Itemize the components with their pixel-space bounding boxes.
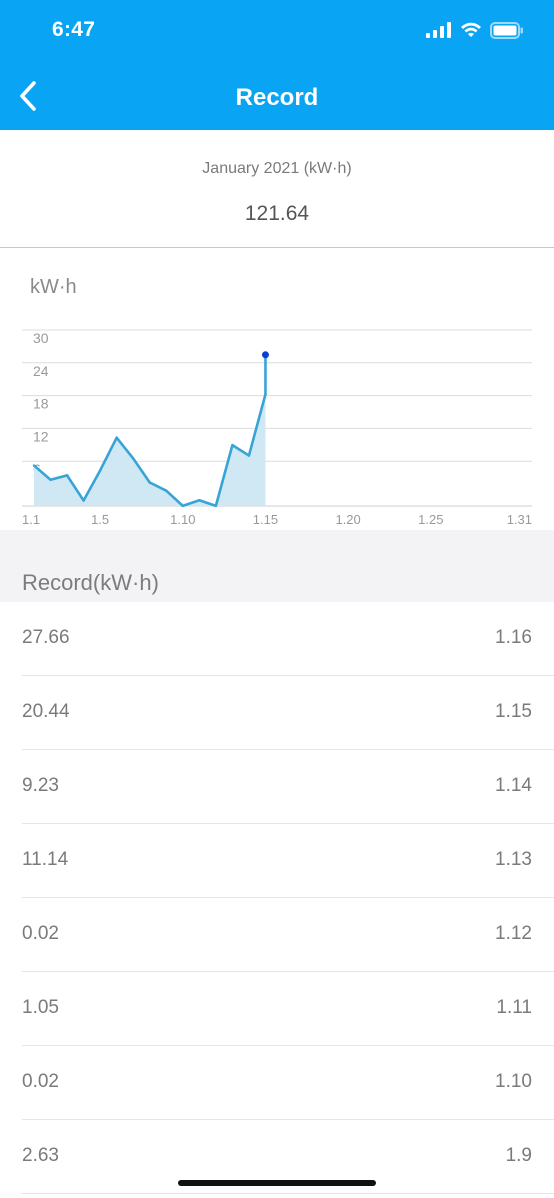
nav-bar: Record bbox=[0, 62, 554, 130]
month-summary: January 2021 (kW·h) 121.64 bbox=[0, 130, 554, 248]
record-value: 1.05 bbox=[22, 997, 59, 1018]
month-total-value: 121.64 bbox=[244, 202, 310, 225]
page-title: Record bbox=[235, 84, 319, 111]
y-tick-label: 24 bbox=[33, 363, 49, 379]
data-point bbox=[65, 474, 69, 477]
month-summary-label: January 2021 (kW·h) bbox=[202, 160, 352, 177]
data-point bbox=[198, 499, 201, 502]
section-gap: Record(kW·h) bbox=[0, 530, 554, 602]
record-date: 1.11 bbox=[496, 997, 532, 1018]
record-value: 0.02 bbox=[22, 923, 59, 944]
record-date: 1.10 bbox=[495, 1071, 532, 1092]
x-tick-label: 1.15 bbox=[253, 512, 278, 527]
record-date: 1.12 bbox=[495, 923, 532, 944]
cellular-signal-icon bbox=[426, 22, 451, 38]
data-point bbox=[214, 504, 218, 508]
record-value: 0.02 bbox=[22, 1071, 59, 1092]
y-tick-label: 18 bbox=[33, 396, 49, 412]
record-date: 1.13 bbox=[495, 849, 532, 870]
data-point bbox=[98, 469, 102, 472]
data-point bbox=[181, 504, 184, 508]
battery-icon bbox=[490, 21, 523, 39]
y-tick-label: 12 bbox=[33, 428, 49, 444]
x-tick-label: 1.10 bbox=[170, 512, 195, 527]
usage-chart: kW·h 3024181261.11.51.101.151.201.251.31 bbox=[0, 248, 554, 530]
record-value: 2.63 bbox=[22, 1145, 59, 1166]
record-value: 27.66 bbox=[22, 627, 70, 648]
record-date: 1.9 bbox=[505, 1145, 532, 1166]
data-point bbox=[32, 464, 36, 467]
data-point bbox=[264, 393, 267, 396]
data-point bbox=[247, 454, 251, 457]
chart-canvas: 3024181261.11.51.101.151.201.251.31 bbox=[22, 329, 532, 527]
record-date: 1.16 bbox=[495, 627, 532, 648]
data-point bbox=[132, 457, 135, 460]
x-tick-label: 1.31 bbox=[507, 512, 532, 527]
data-point bbox=[148, 481, 151, 484]
record-row[interactable]: 1.05 1.11 bbox=[22, 972, 554, 1046]
data-point bbox=[115, 436, 118, 439]
record-row[interactable]: 9.23 1.14 bbox=[22, 750, 554, 824]
record-value: 9.23 bbox=[22, 775, 59, 796]
record-list-header: Record(kW·h) bbox=[22, 570, 159, 595]
record-date: 1.15 bbox=[495, 701, 532, 722]
wifi-icon bbox=[461, 22, 481, 37]
y-tick-label: 30 bbox=[33, 330, 49, 346]
record-row[interactable]: 11.14 1.13 bbox=[22, 824, 554, 898]
record-value: 11.14 bbox=[22, 849, 69, 870]
x-tick-label: 1.20 bbox=[335, 512, 360, 527]
data-point bbox=[261, 351, 269, 359]
x-tick-label: 1.1 bbox=[22, 512, 40, 527]
record-date: 1.14 bbox=[495, 775, 532, 796]
data-point bbox=[49, 478, 52, 481]
data-point bbox=[231, 443, 234, 447]
home-indicator bbox=[178, 1180, 376, 1186]
status-icons bbox=[426, 20, 524, 40]
record-row[interactable]: 0.02 1.12 bbox=[22, 898, 554, 972]
record-row[interactable]: 0.02 1.10 bbox=[22, 1046, 554, 1120]
data-point bbox=[165, 489, 168, 492]
status-time: 6:47 bbox=[52, 18, 96, 41]
record-list: 27.66 1.16 20.44 1.15 9.23 1.14 11.14 1.13 0.02 1… bbox=[0, 602, 554, 1194]
status-bar: 6:47 bbox=[0, 0, 554, 62]
data-point bbox=[82, 499, 85, 502]
x-tick-label: 1.5 bbox=[91, 512, 109, 527]
x-tick-label: 1.25 bbox=[418, 512, 443, 527]
record-value: 20.44 bbox=[22, 701, 70, 722]
record-row[interactable]: 20.44 1.15 bbox=[22, 676, 554, 750]
record-row[interactable]: 27.66 1.16 bbox=[22, 602, 554, 676]
